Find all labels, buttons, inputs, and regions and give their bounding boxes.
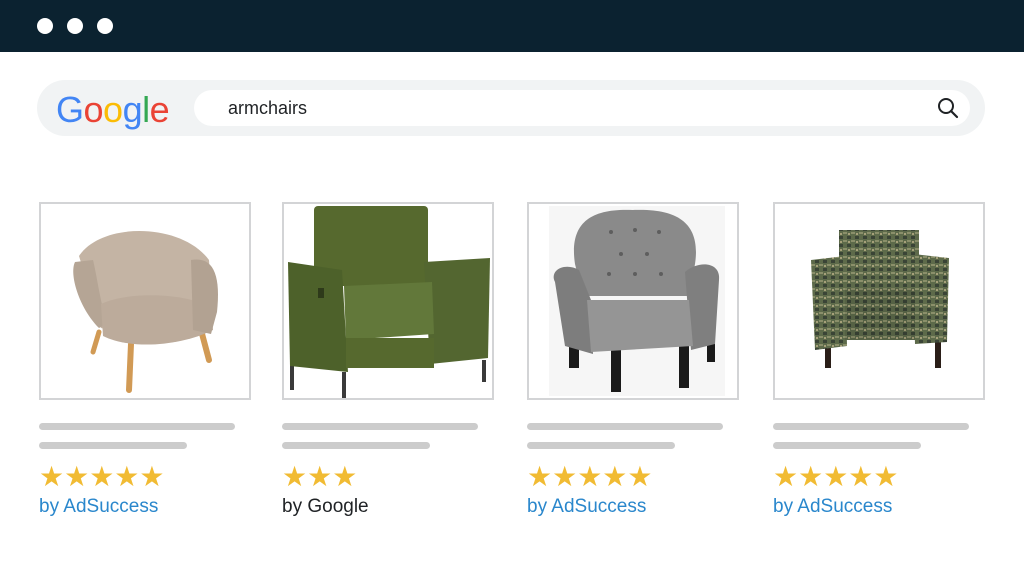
- product-image-patterned-armchair[interactable]: [773, 202, 985, 400]
- placeholder-line: [527, 442, 675, 449]
- rating-stars: ★★★: [282, 461, 358, 492]
- rating-stars: ★★★★★: [39, 461, 165, 492]
- placeholder-line: [39, 442, 187, 449]
- source-label[interactable]: by AdSuccess: [527, 496, 739, 518]
- placeholder-line: [39, 423, 235, 430]
- search-query: armchairs: [228, 98, 308, 118]
- search-icon[interactable]: [936, 96, 960, 120]
- source-label[interactable]: by AdSuccess: [39, 496, 251, 518]
- logo-letter: g: [122, 89, 143, 130]
- search-bar: Google armchairs: [37, 80, 985, 136]
- logo-letter: l: [142, 89, 150, 130]
- result-card-3[interactable]: ★★★★★ by AdSuccess: [527, 202, 739, 518]
- logo-letter: G: [56, 89, 84, 130]
- result-card-2[interactable]: ★★★ by Google: [282, 202, 494, 518]
- placeholder-line: [282, 423, 478, 430]
- window-dot-1[interactable]: [37, 18, 53, 34]
- placeholder-line: [773, 423, 969, 430]
- placeholder-line: [282, 442, 430, 449]
- window-dot-2[interactable]: [67, 18, 83, 34]
- logo-letter: e: [149, 89, 170, 130]
- product-image-green-recliner-armchair[interactable]: [282, 202, 494, 400]
- window-dot-3[interactable]: [97, 18, 113, 34]
- source-label[interactable]: by AdSuccess: [773, 496, 985, 518]
- browser-titlebar: [0, 0, 1024, 52]
- product-image-beige-armchair[interactable]: [39, 202, 251, 400]
- placeholder-line: [773, 442, 921, 449]
- search-input[interactable]: armchairs: [194, 90, 970, 126]
- source-label[interactable]: by Google: [282, 496, 494, 518]
- logo-letter: o: [83, 89, 104, 130]
- product-image-grey-tufted-armchair[interactable]: [527, 202, 739, 400]
- rating-stars: ★★★★★: [773, 461, 899, 492]
- google-logo[interactable]: Google: [56, 89, 170, 131]
- logo-letter: o: [103, 89, 123, 130]
- result-card-1[interactable]: ★★★★★ by AdSuccess: [39, 202, 251, 518]
- rating-stars: ★★★★★: [527, 461, 653, 492]
- result-card-4[interactable]: ★★★★★ by AdSuccess: [773, 202, 985, 518]
- placeholder-line: [527, 423, 723, 430]
